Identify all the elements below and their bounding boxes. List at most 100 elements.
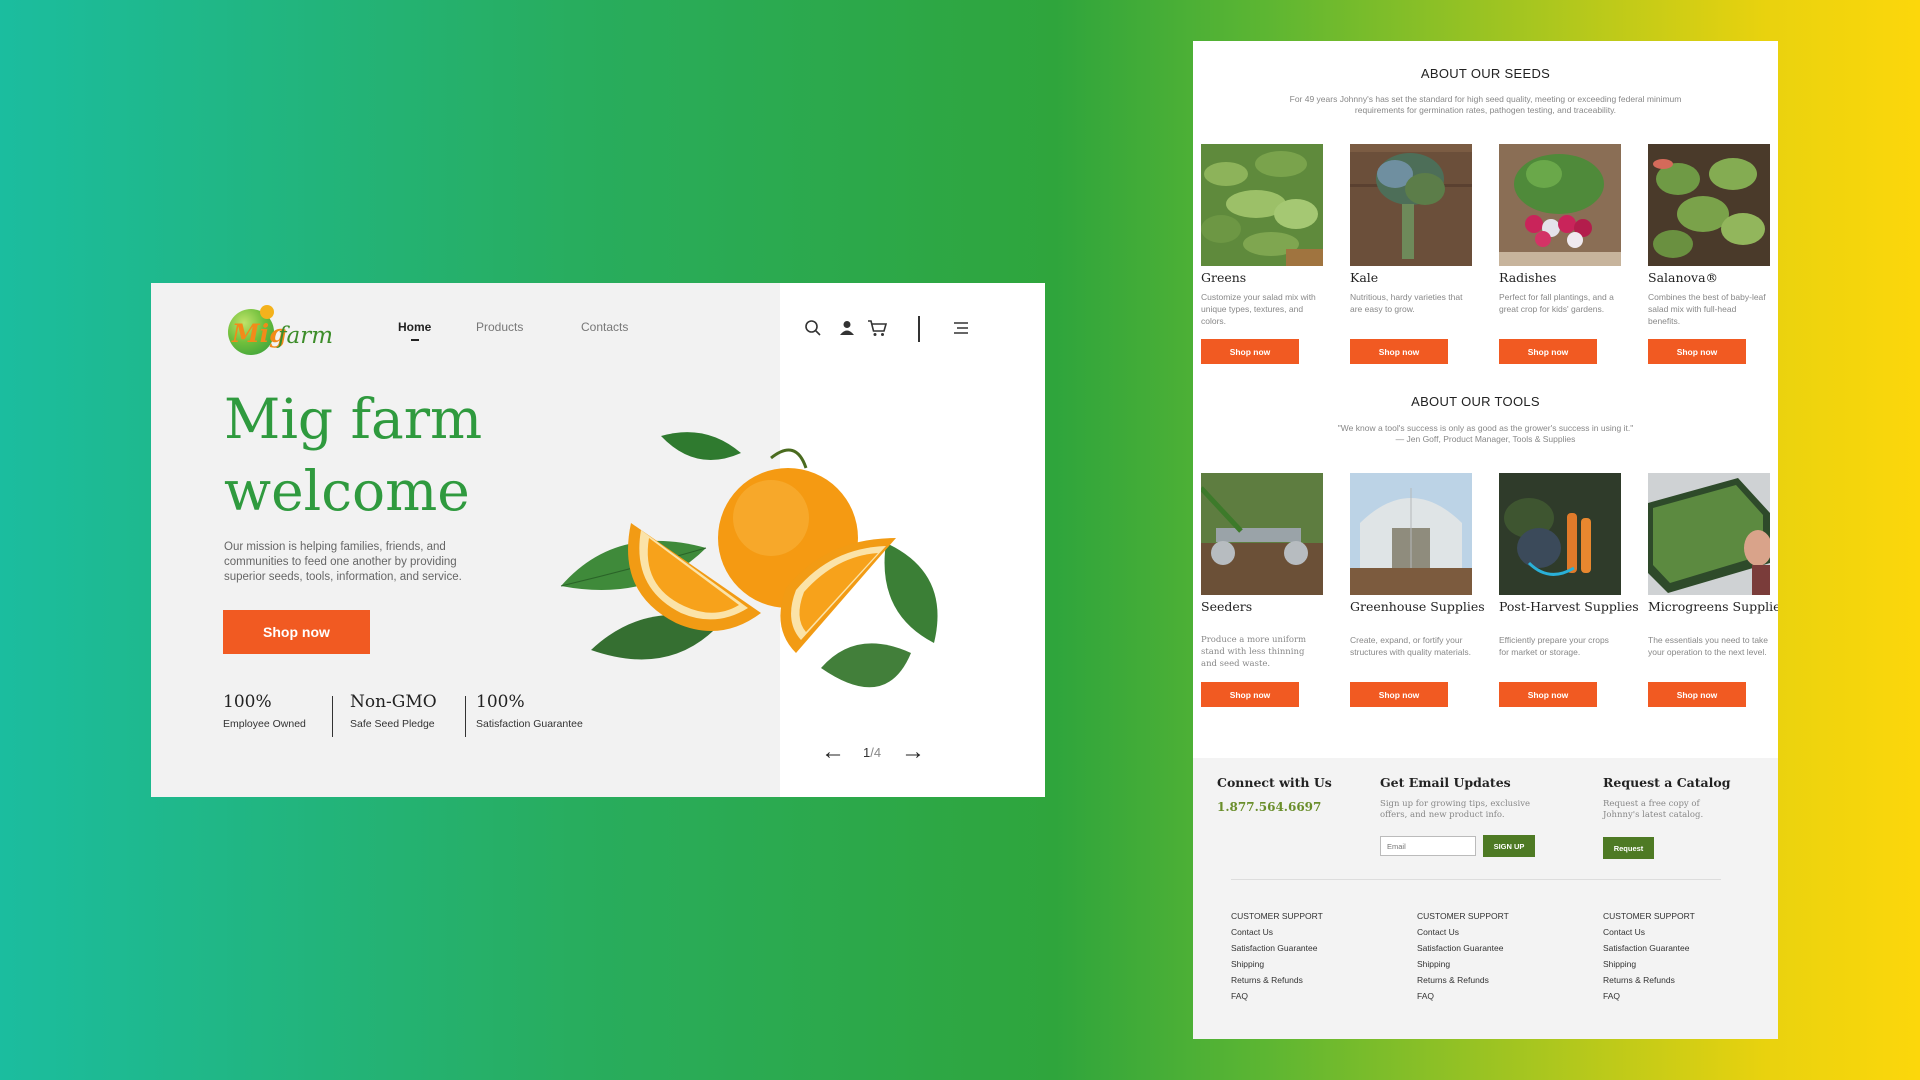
nav-products[interactable]: Products: [476, 320, 523, 334]
product-description: Create, expand, or fortify your structur…: [1350, 635, 1471, 657]
shop-now-button[interactable]: Shop now: [1648, 339, 1746, 364]
header-divider: [918, 316, 920, 342]
cart-icon[interactable]: [867, 318, 889, 338]
email-updates-title: Get Email Updates: [1380, 775, 1511, 790]
seeders-image[interactable]: [1201, 473, 1323, 595]
tools-quote-attribution: — Jen Goff, Product Manager, Tools & Sup…: [1395, 434, 1576, 444]
footer-links-col-3: CUSTOMER SUPPORT Contact Us Satisfaction…: [1603, 908, 1695, 1004]
stat-label: Satisfaction Guarantee: [476, 718, 583, 730]
footer-link-contact[interactable]: Contact Us: [1417, 924, 1509, 940]
product-description: Perfect for fall plantings, and a great …: [1499, 292, 1614, 314]
pager-total: 4: [873, 745, 882, 760]
page-footer: Connect with Us 1.877.564.6697 Get Email…: [1193, 758, 1778, 1039]
product-card-salanova[interactable]: Salanova® Combines the best of baby-leaf…: [1648, 144, 1770, 364]
shop-now-button[interactable]: Shop now: [1350, 339, 1448, 364]
orange-fruit-image: [560, 432, 938, 688]
sign-up-button[interactable]: SIGN UP: [1483, 835, 1535, 857]
next-arrow-icon[interactable]: →: [901, 740, 925, 764]
microgreens-supplies-image[interactable]: [1648, 473, 1770, 595]
product-name: Greenhouse Supplies: [1350, 599, 1485, 614]
email-input[interactable]: [1380, 836, 1476, 856]
footer-link-returns[interactable]: Returns & Refunds: [1231, 972, 1323, 988]
post-harvest-supplies-image[interactable]: [1499, 473, 1621, 595]
request-catalog-button[interactable]: Request: [1603, 837, 1654, 859]
nav-contacts[interactable]: Contacts: [581, 320, 628, 334]
footer-link-faq[interactable]: FAQ: [1603, 988, 1695, 1004]
catalog-text: Request a free copy of Johnny's latest c…: [1603, 799, 1704, 820]
product-card-kale[interactable]: Kale Nutritious, hardy varieties that ar…: [1350, 144, 1472, 364]
greenhouse-supplies-image[interactable]: [1350, 473, 1472, 595]
footer-links-col-2: CUSTOMER SUPPORT Contact Us Satisfaction…: [1417, 908, 1509, 1004]
shop-now-button[interactable]: Shop now: [1499, 682, 1597, 707]
stat-divider: [465, 696, 466, 737]
stat-non-gmo: Non-GMO Safe Seed Pledge: [350, 692, 437, 730]
footer-link-contact[interactable]: Contact Us: [1603, 924, 1695, 940]
footer-link-shipping[interactable]: Shipping: [1417, 956, 1509, 972]
menu-icon[interactable]: [951, 318, 971, 338]
product-description: Produce a more uniform stand with less t…: [1201, 635, 1307, 669]
product-description: Efficiently prepare your crops for marke…: [1499, 635, 1609, 657]
product-card-seeders[interactable]: Seeders Produce a more uniform stand wit…: [1201, 473, 1323, 707]
search-icon[interactable]: [803, 318, 823, 338]
kale-image[interactable]: [1350, 144, 1472, 266]
greens-image[interactable]: [1201, 144, 1323, 266]
logo[interactable]: Mig farm: [226, 305, 336, 359]
shop-now-button[interactable]: Shop now: [1350, 682, 1448, 707]
footer-link-shipping[interactable]: Shipping: [1603, 956, 1695, 972]
user-icon[interactable]: [837, 318, 857, 338]
product-description: Combines the best of baby-leaf salad mix…: [1648, 292, 1766, 326]
shop-now-button[interactable]: Shop now: [1201, 682, 1299, 707]
product-description: The essentials you need to take your ope…: [1648, 635, 1769, 657]
footer-links-heading: CUSTOMER SUPPORT: [1417, 911, 1509, 921]
footer-link-satisfaction[interactable]: Satisfaction Guarantee: [1231, 940, 1323, 956]
stat-divider: [332, 696, 333, 737]
product-name: Post-Harvest Supplies: [1499, 599, 1639, 614]
radishes-image[interactable]: [1499, 144, 1621, 266]
footer-link-returns[interactable]: Returns & Refunds: [1603, 972, 1695, 988]
nav-home[interactable]: Home: [398, 320, 431, 334]
footer-link-satisfaction[interactable]: Satisfaction Guarantee: [1417, 940, 1509, 956]
hero-title-line1: Mig farm: [224, 387, 483, 451]
product-card-post-harvest-supplies[interactable]: Post-Harvest Supplies Efficiently prepar…: [1499, 473, 1639, 707]
phone-link[interactable]: 1.877.564.6697: [1217, 800, 1321, 814]
stat-employee-owned: 100% Employee Owned: [223, 692, 306, 730]
product-name: Microgreens Supplies: [1648, 599, 1778, 614]
product-name: Greens: [1201, 270, 1247, 285]
product-card-microgreens-supplies[interactable]: Microgreens Supplies The essentials you …: [1648, 473, 1778, 707]
footer-link-satisfaction[interactable]: Satisfaction Guarantee: [1603, 940, 1695, 956]
stat-value: 100%: [223, 692, 272, 712]
footer-link-returns[interactable]: Returns & Refunds: [1417, 972, 1509, 988]
email-updates-text: Sign up for growing tips, exclusive offe…: [1380, 799, 1531, 820]
product-card-greenhouse-supplies[interactable]: Greenhouse Supplies Create, expand, or f…: [1350, 473, 1485, 707]
footer-links-heading: CUSTOMER SUPPORT: [1231, 911, 1323, 921]
footer-link-faq[interactable]: FAQ: [1231, 988, 1323, 1004]
product-name: Kale: [1350, 270, 1379, 285]
product-card-greens[interactable]: Greens Customize your salad mix with uni…: [1201, 144, 1323, 364]
footer-link-shipping[interactable]: Shipping: [1231, 956, 1323, 972]
product-name: Radishes: [1499, 270, 1557, 285]
product-card-radishes[interactable]: Radishes Perfect for fall plantings, and…: [1499, 144, 1621, 364]
seed-store-page: ABOUT OUR SEEDS For 49 years Johnny's ha…: [1193, 41, 1778, 1039]
hero-title: Mig farm welcome: [224, 383, 482, 527]
shop-now-button[interactable]: Shop now: [1201, 339, 1299, 364]
seeds-section-title: ABOUT OUR SEEDS: [1420, 66, 1551, 81]
catalog-title: Request a Catalog: [1603, 775, 1731, 790]
seeds-section-subtitle: For 49 years Johnny's has set the standa…: [1289, 94, 1682, 115]
shop-now-button[interactable]: Shop now: [1499, 339, 1597, 364]
hero-shop-now-button[interactable]: Shop now: [223, 610, 370, 654]
prev-arrow-icon[interactable]: ←: [821, 740, 845, 764]
hero-title-line2: welcome: [224, 459, 470, 523]
stat-label: Safe Seed Pledge: [350, 718, 435, 730]
connect-title: Connect with Us: [1217, 775, 1332, 790]
hero-description: Our mission is helping families, friends…: [224, 541, 462, 583]
tools-section-title: ABOUT OUR TOOLS: [1411, 394, 1540, 409]
salanova-image[interactable]: [1648, 144, 1770, 266]
footer-link-faq[interactable]: FAQ: [1417, 988, 1509, 1004]
tools-quote: "We know a tool's success is only as goo…: [1337, 423, 1634, 433]
logo-sun-icon: [260, 305, 274, 319]
stat-value: Non-GMO: [350, 692, 437, 712]
footer-divider: [1231, 879, 1721, 880]
shop-now-button[interactable]: Shop now: [1648, 682, 1746, 707]
hero-card: Mig farm Home Products Contacts Mig farm…: [151, 283, 1045, 797]
footer-link-contact[interactable]: Contact Us: [1231, 924, 1323, 940]
